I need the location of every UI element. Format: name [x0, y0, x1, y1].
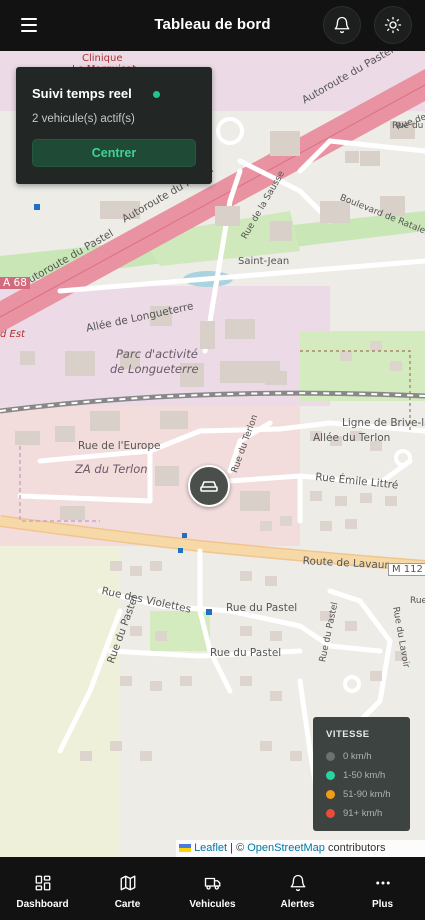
- legend-label: 1-50 km/h: [343, 769, 386, 781]
- legend-title: VITESSE: [326, 729, 370, 740]
- attribution-suffix: contributors: [327, 842, 386, 854]
- nav-label: Carte: [114, 899, 141, 910]
- nav-label: Dashboard: [16, 899, 69, 910]
- bell-icon: [334, 16, 350, 34]
- map-attribution: Leaflet | © OpenStreetMap contributors: [176, 840, 425, 857]
- map-label: Rue du Pastel: [210, 647, 282, 659]
- nav-tab-carte[interactable]: Carte: [85, 857, 170, 920]
- legend-swatch: [326, 789, 335, 799]
- hamburger-menu-icon[interactable]: [16, 13, 42, 37]
- map-label: A 68: [0, 277, 30, 289]
- map-view[interactable]: Clinique Le Marquisat Autoroute du Paste…: [0, 51, 425, 857]
- legend-item: 1-50 km/h: [326, 768, 385, 782]
- top-bar: Tableau de bord: [0, 0, 425, 51]
- map-label: d Est: [0, 329, 25, 340]
- legend-swatch: [326, 770, 335, 780]
- map-label: Rue de l'Europe: [78, 440, 161, 452]
- legend-label: 51-90 km/h: [343, 788, 391, 800]
- nav-tab-alertes[interactable]: Alertes: [255, 857, 340, 920]
- ukraine-flag-icon: [179, 844, 191, 852]
- map-label: de Longueterre: [110, 362, 199, 376]
- dashboard-grid-icon: [35, 875, 50, 891]
- map-label: Rue d: [410, 596, 425, 606]
- map-label: Rue du: [392, 121, 424, 131]
- tracking-panel: Suivi temps reel 2 vehicule(s) actif(s) …: [16, 67, 212, 184]
- legend-label: 0 km/h: [343, 750, 372, 762]
- map-label: Rue du Pastel: [226, 602, 298, 614]
- nav-tab-plus[interactable]: Plus: [340, 857, 425, 920]
- active-vehicles-count: 2 vehicule(s) actif(s): [32, 113, 135, 125]
- map-label: M 112: [388, 563, 425, 576]
- nav-tab-vehicules[interactable]: Vehicules: [170, 857, 255, 920]
- legend-label: 91+ km/h: [343, 807, 383, 819]
- map-label: ZA du Terlon: [75, 462, 148, 476]
- bottom-nav: Dashboard Carte Vehicules Alertes Plus: [0, 857, 425, 920]
- panel-title: Suivi temps reel: [32, 86, 132, 101]
- car-icon: [200, 481, 218, 492]
- nav-label: Alertes: [280, 899, 315, 910]
- legend-item: 51-90 km/h: [326, 787, 391, 801]
- map-label: Clinique: [82, 53, 123, 64]
- nav-tab-dashboard[interactable]: Dashboard: [0, 857, 85, 920]
- live-status-dot: [153, 91, 160, 98]
- theme-toggle-button[interactable]: [374, 6, 412, 44]
- map-label: Ligne de Brive-la-Gai: [342, 417, 425, 429]
- legend-swatch: [326, 751, 335, 761]
- nav-label: Vehicules: [189, 899, 236, 910]
- osm-link[interactable]: OpenStreetMap: [247, 842, 325, 854]
- more-dots-icon: [375, 881, 390, 885]
- legend-item: 91+ km/h: [326, 806, 382, 820]
- legend-swatch: [326, 808, 335, 818]
- sun-icon: [384, 16, 402, 34]
- map-label: Allée du Terlon: [313, 432, 391, 444]
- nav-label: Plus: [371, 899, 394, 910]
- notifications-button[interactable]: [323, 6, 361, 44]
- attribution-separator: | ©: [230, 842, 245, 854]
- map-label: Saint-Jean: [238, 256, 290, 267]
- truck-icon: [204, 877, 220, 890]
- map-icon: [120, 875, 135, 891]
- bell-icon: [290, 874, 305, 892]
- map-label: Parc d'activité: [116, 347, 198, 361]
- legend-item: 0 km/h: [326, 749, 372, 763]
- speed-legend: VITESSE 0 km/h 1-50 km/h 51-90 km/h 91+ …: [313, 717, 410, 831]
- vehicle-marker[interactable]: [188, 465, 230, 507]
- leaflet-link[interactable]: Leaflet: [194, 842, 227, 854]
- center-map-button[interactable]: Centrer: [32, 139, 196, 167]
- page-title: Tableau de bord: [154, 16, 271, 33]
